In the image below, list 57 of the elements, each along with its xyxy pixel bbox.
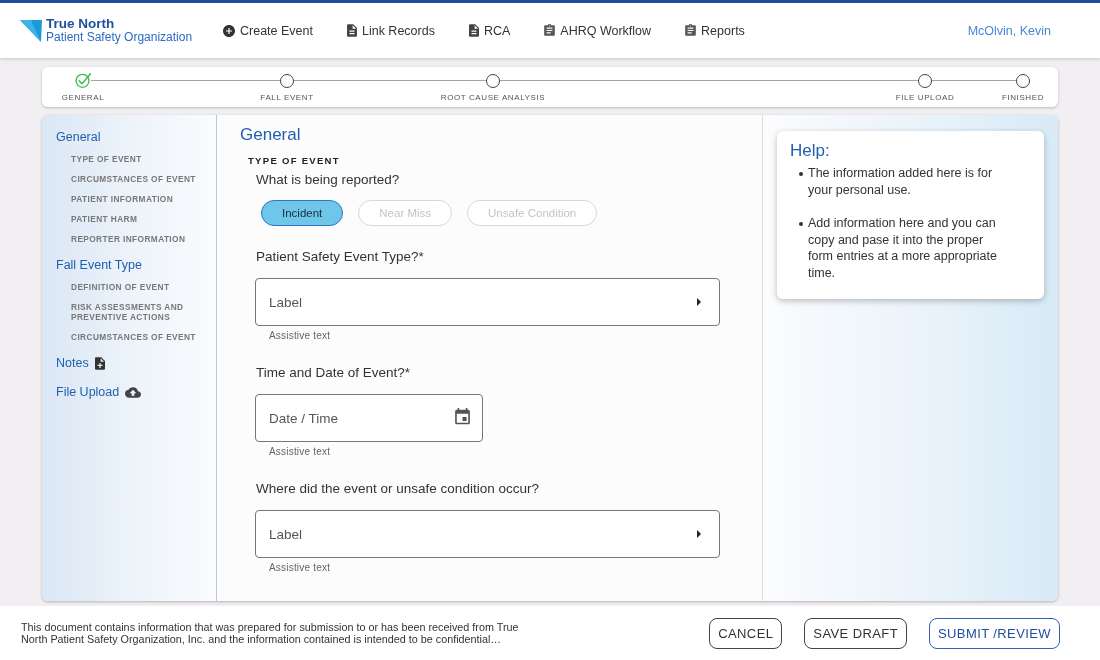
helper-text: Assistive text bbox=[269, 330, 331, 342]
sidebar-subitem[interactable]: TYPE OF EVENT bbox=[71, 154, 196, 164]
field-label: Patient Safety Event Type?* bbox=[256, 249, 424, 265]
form-title: General bbox=[240, 125, 301, 145]
disclaimer-text: This document contains information that was prepared for submission to or has been received from True North Patient Safety Organization, Inc. and the information contained is intended to be confidential… bbox=[21, 621, 520, 645]
sidebar-link[interactable]: Fall Event Type bbox=[56, 257, 142, 273]
field-label: Time and Date of Event?* bbox=[256, 365, 411, 381]
document-icon bbox=[468, 24, 479, 37]
clipboard-icon bbox=[544, 24, 556, 37]
clipboard-icon bbox=[685, 24, 697, 37]
cloud-upload-icon bbox=[125, 386, 142, 398]
bullet-icon bbox=[799, 222, 803, 226]
helper-text: Assistive text bbox=[269, 562, 331, 574]
footer-button[interactable]: SAVE DRAFT bbox=[804, 617, 907, 649]
sidebar-subitem[interactable]: PATIENT HARM bbox=[71, 214, 196, 224]
nav-link[interactable]: AHRQ Workflow bbox=[544, 23, 652, 38]
submit-button[interactable]: SUBMIT /REVIEW bbox=[929, 617, 1060, 649]
step-label: FILE UPLOAD bbox=[895, 93, 955, 103]
logo-icon bbox=[20, 19, 42, 42]
caret-icon bbox=[697, 530, 701, 538]
caret-icon bbox=[697, 298, 701, 306]
sidebar-link[interactable]: Notes bbox=[56, 355, 105, 371]
sidebar-link[interactable]: General bbox=[56, 129, 101, 145]
brand-title: True North bbox=[46, 17, 116, 31]
sidebar-subitem[interactable]: CIRCUMSTANCES OF EVENT bbox=[71, 332, 206, 342]
step-label: FINISHED bbox=[1001, 93, 1045, 103]
calendar-icon bbox=[455, 408, 470, 426]
nav-link[interactable]: Create Event bbox=[223, 23, 313, 38]
nav-link[interactable]: RCA bbox=[468, 23, 511, 38]
nav-link[interactable]: Link Records bbox=[346, 23, 435, 38]
sidebar-subitem[interactable]: DEFINITION OF EVENT bbox=[71, 282, 206, 292]
document-icon bbox=[346, 24, 357, 37]
user-name-link[interactable]: McOlvin, Kevin bbox=[967, 23, 1051, 38]
brand-subtitle: Patient Safety Organization bbox=[46, 31, 193, 44]
file-plus-icon bbox=[94, 356, 105, 370]
section-heading: TYPE OF EVENT bbox=[248, 155, 340, 166]
footer-button[interactable]: CANCEL bbox=[709, 617, 783, 649]
help-text: The information added here is for your personal use. bbox=[808, 165, 994, 198]
sidebar-subitem[interactable]: RISK ASSESSMENTS AND PREVENTIVE ACTIONS bbox=[71, 302, 206, 322]
step-label: GENERAL bbox=[61, 93, 105, 103]
option-chip[interactable]: Incident bbox=[261, 200, 344, 226]
helper-text: Assistive text bbox=[269, 446, 331, 458]
field-label: Where did the event or unsafe condition occur? bbox=[256, 481, 539, 497]
bullet-icon bbox=[799, 172, 803, 176]
sidebar-link[interactable]: File Upload bbox=[56, 384, 142, 400]
date-field[interactable]: Date / Time bbox=[255, 394, 483, 442]
sidebar-subitem[interactable]: REPORTER INFORMATION bbox=[71, 234, 196, 244]
help-title: Help: bbox=[790, 141, 831, 161]
step-label: FALL EVENT bbox=[260, 93, 314, 103]
question-text: What is being reported? bbox=[256, 172, 400, 188]
nav-link[interactable]: Reports bbox=[685, 23, 745, 38]
select-field[interactable]: Label bbox=[255, 278, 720, 326]
sidebar-subitem[interactable]: PATIENT INFORMATION bbox=[71, 194, 196, 204]
select-field[interactable]: Label bbox=[255, 510, 720, 558]
sidebar-subitem[interactable]: CIRCUMSTANCES OF EVENT bbox=[71, 174, 196, 184]
help-text: Add information here and you can copy and pase it into the proper form entries at a more appropriate time. bbox=[808, 215, 998, 281]
step-label: ROOT CAUSE ANALYSIS bbox=[440, 93, 546, 103]
